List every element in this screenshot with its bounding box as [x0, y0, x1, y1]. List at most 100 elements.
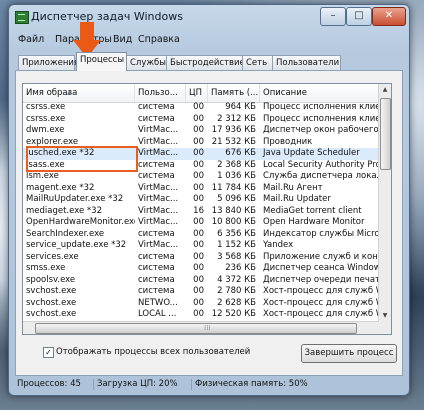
process-list[interactable]: ▲ Имя образа Пользо... ЦП Память (... Оп…	[22, 83, 392, 335]
process-user: NETWO...	[138, 297, 178, 308]
process-row[interactable]: svchost.exe LOCAL ... 00 12 520 КБ Хост-проц…	[23, 309, 379, 321]
tab-processes[interactable]: Процессы	[76, 52, 127, 71]
scroll-thumb[interactable]	[380, 98, 391, 170]
process-memory: 2 368 КБ	[217, 159, 256, 170]
process-cpu: 00	[193, 159, 204, 170]
process-cpu: 00	[193, 263, 204, 273]
process-memory: 1 036 КБ	[217, 171, 256, 181]
process-user: система	[138, 102, 175, 112]
show-all-users-label[interactable]: Отображать процессы всех пользователей	[56, 347, 250, 357]
process-name: lsm.exe	[26, 171, 59, 181]
process-user: система	[138, 159, 175, 170]
column-image-name[interactable]: ▲ Имя образа	[23, 84, 135, 102]
vertical-scrollbar[interactable]: ▲ ▼	[378, 84, 391, 334]
scroll-down-icon[interactable]: ▼	[379, 310, 391, 322]
process-row[interactable]: MailRuUpdater.exe *32 VirtMac... 00 5 096 К…	[23, 194, 379, 206]
process-row[interactable]: service_update.exe *32 VirtMac... 00 1 152 …	[23, 240, 379, 252]
process-memory: 2 780 КБ	[217, 286, 256, 296]
show-all-users-checkbox[interactable]: ✓	[43, 347, 54, 358]
status-separator	[93, 379, 94, 390]
process-description: Хост-процесс для служб W	[263, 286, 379, 296]
process-cpu: 00	[193, 125, 204, 135]
process-description: Приложение служб и контр	[263, 251, 379, 262]
tab-network[interactable]: Сеть	[242, 55, 276, 70]
process-memory: 964 КБ	[225, 102, 256, 112]
process-cpu: 00	[193, 251, 204, 262]
process-user: VirtMac...	[138, 240, 179, 250]
menu-view[interactable]: Вид	[113, 34, 132, 45]
process-memory: 2 312 КБ	[217, 113, 256, 124]
process-row[interactable]: svchost.exe NETWO... 00 2 628 КБ Хост-процес…	[23, 298, 379, 310]
tab-services[interactable]: Службы	[126, 55, 171, 70]
process-memory: 3 568 КБ	[217, 251, 256, 262]
process-description: Служба диспетчера локал	[263, 171, 379, 181]
grip-icon: ⁞⁞⁞	[204, 324, 211, 332]
title-bar[interactable]: Диспетчер задач Windows – □ ✕	[9, 5, 409, 29]
process-row[interactable]: smss.exe система 00 236 КБ Диспетчер сеанса …	[23, 263, 379, 275]
process-memory: 6 356 КБ	[217, 228, 256, 239]
close-button[interactable]: ✕	[372, 7, 406, 26]
process-cpu: 00	[193, 228, 204, 239]
tab-performance[interactable]: Быстродействие	[166, 55, 246, 70]
process-row[interactable]: OpenHardwareMonitor.exe VirtMac... 00 10 80…	[23, 217, 379, 229]
process-name: svchost.exe	[26, 286, 77, 296]
column-cpu[interactable]: ЦП	[186, 84, 208, 102]
process-name: dwm.exe	[26, 125, 65, 135]
column-user[interactable]: Пользо...	[135, 84, 186, 102]
process-row[interactable]: csrss.exe система 00 2 312 КБ Процесс исполн…	[23, 114, 379, 126]
process-description: Диспетчер очереди печат	[263, 274, 379, 285]
process-name: svchost.exe	[26, 309, 77, 319]
process-memory: 17 936 КБ	[211, 125, 256, 135]
process-cpu: 00	[193, 113, 204, 124]
process-row[interactable]: lsm.exe система 00 1 036 КБ Служба диспетчер…	[23, 171, 379, 183]
process-row[interactable]: svchost.exe система 00 2 780 КБ Хост-процесс…	[23, 286, 379, 298]
process-cpu: 00	[193, 240, 204, 250]
process-row[interactable]: spoolsv.exe система 00 4 372 КБ Диспетчер оч…	[23, 275, 379, 287]
column-description[interactable]: Описание	[260, 84, 379, 102]
process-row[interactable]: services.exe система 00 3 568 КБ Приложение …	[23, 252, 379, 264]
process-description: Java Update Scheduler	[263, 148, 360, 158]
process-description: Хост-процесс для служб W	[263, 309, 379, 319]
process-row[interactable]: magent.exe *32 VirtMac... 00 11 784 КБ Mail.…	[23, 183, 379, 195]
process-memory: 4 372 КБ	[217, 274, 256, 285]
process-name: magent.exe *32	[26, 182, 95, 193]
minimize-button[interactable]: –	[320, 7, 346, 26]
process-user: VirtMac...	[138, 136, 179, 147]
process-memory: 236 КБ	[225, 263, 256, 273]
process-user: система	[138, 263, 175, 273]
tab-applications[interactable]: Приложения	[18, 55, 79, 70]
process-description: Диспетчер сеанса Window	[263, 263, 379, 273]
process-name: smss.exe	[26, 263, 66, 273]
process-description: Mail.Ru Агент	[263, 182, 323, 193]
menu-file[interactable]: Файл	[18, 34, 44, 45]
process-description: Mail.Ru Updater	[263, 194, 331, 204]
list-header: ▲ Имя образа Пользо... ЦП Память (... Оп…	[23, 84, 379, 103]
maximize-button[interactable]: □	[346, 7, 372, 26]
process-name: csrss.exe	[26, 113, 66, 124]
horizontal-scrollbar[interactable]: ⁞⁞⁞	[23, 321, 379, 334]
process-row[interactable]: SearchIndexer.exe система 00 6 356 КБ Индекс…	[23, 229, 379, 241]
process-cpu: 00	[193, 297, 204, 308]
menu-help[interactable]: Справка	[138, 34, 180, 45]
window-title: Диспетчер задач Windows	[31, 10, 183, 23]
process-name: SearchIndexer.exe	[26, 228, 105, 239]
column-memory[interactable]: Память (...	[208, 84, 260, 102]
process-memory: 12 520 КБ	[211, 309, 256, 319]
horizontal-scroll-thumb[interactable]: ⁞⁞⁞	[35, 323, 357, 334]
process-description: Хост-процесс для служб W	[263, 297, 379, 308]
scroll-up-icon[interactable]: ▲	[379, 84, 391, 96]
process-row[interactable]: csrss.exe система 00 964 КБ Процесс исполнен…	[23, 102, 379, 114]
process-name: csrss.exe	[26, 102, 66, 112]
tab-users[interactable]: Пользователи	[272, 55, 341, 70]
process-row[interactable]: mediaget.exe *32 VirtMac... 16 13 840 КБ Med…	[23, 206, 379, 218]
process-row[interactable]: dwm.exe VirtMac... 00 17 936 КБ Диспетчер ок…	[23, 125, 379, 137]
process-description: Диспетчер окон рабочего	[263, 125, 379, 135]
process-user: VirtMac...	[138, 148, 179, 158]
process-description: Проводник	[263, 136, 313, 147]
process-description: Процесс исполнения клие	[263, 102, 379, 112]
process-name: OpenHardwareMonitor.exe	[26, 217, 135, 227]
process-memory: 11 784 КБ	[211, 182, 256, 193]
process-name: svchost.exe	[26, 297, 77, 308]
status-memory-usage: Физическая память: 50%	[195, 379, 308, 389]
end-process-button[interactable]: Завершить процесс	[301, 344, 397, 363]
